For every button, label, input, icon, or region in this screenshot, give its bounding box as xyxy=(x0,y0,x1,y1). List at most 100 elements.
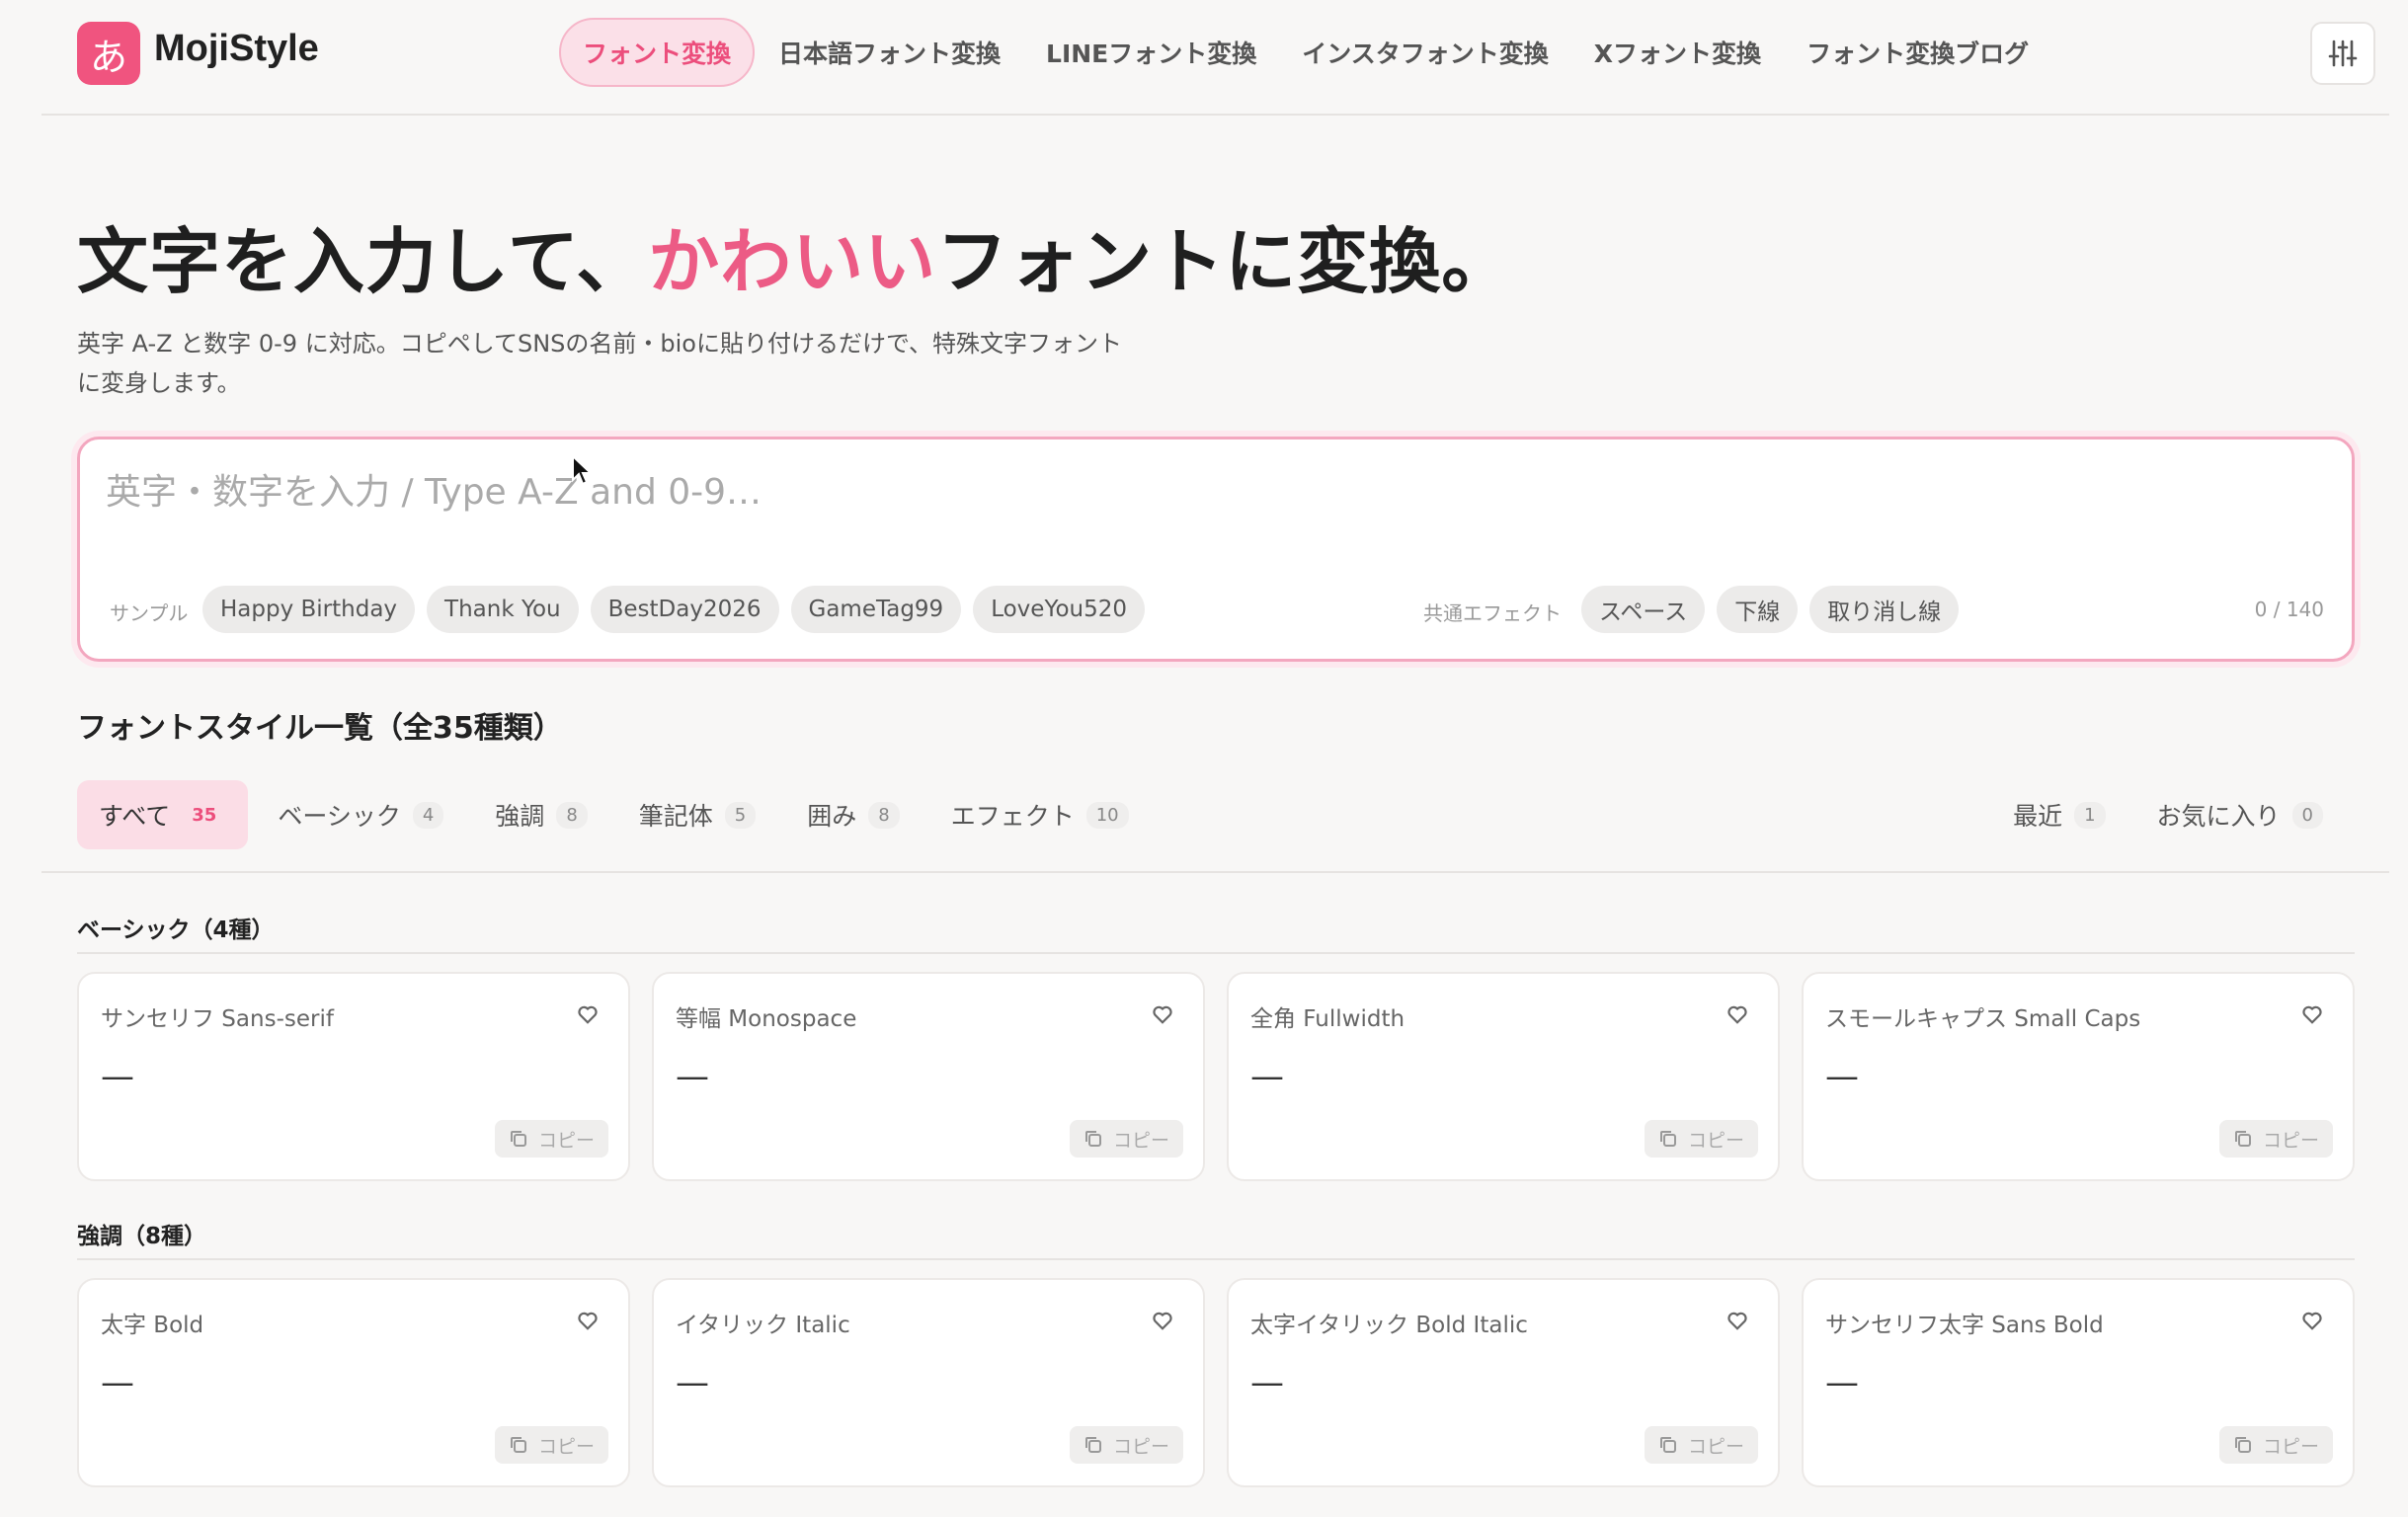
tab-label: 最近 xyxy=(2013,802,2063,831)
font-card-name: イタリック Italic xyxy=(676,1313,850,1338)
heart-icon[interactable] xyxy=(1152,1310,1173,1331)
text-input[interactable] xyxy=(106,463,2318,542)
sample-chip[interactable]: Happy Birthday xyxy=(202,586,416,633)
tab-count: 8 xyxy=(868,801,900,829)
nav-blog[interactable]: フォント変換ブログ xyxy=(1785,18,2050,87)
tab-script[interactable]: 筆記体 5 xyxy=(617,780,777,849)
sample-chip[interactable]: GameTag99 xyxy=(790,586,962,633)
tab-label: 筆記体 xyxy=(638,802,713,831)
copy-icon xyxy=(1659,1437,1676,1453)
font-card[interactable]: 太字イタリック Bold Italic — コピー xyxy=(1227,1278,1780,1487)
tab-effect[interactable]: エフェクト 10 xyxy=(929,780,1151,849)
tab-label: すべて xyxy=(99,802,171,831)
tab-count: 5 xyxy=(724,801,757,829)
effect-underline-button[interactable]: 下線 xyxy=(1717,586,1799,633)
tab-favorites[interactable]: お気に入り 0 xyxy=(2135,780,2345,849)
hero-title-post: フォントに変換。 xyxy=(936,220,1514,303)
tab-label: 囲み xyxy=(807,802,857,831)
logo-text[interactable]: MojiStyle xyxy=(154,28,319,70)
copy-icon xyxy=(510,1131,526,1147)
sample-chip[interactable]: BestDay2026 xyxy=(590,586,779,633)
heart-icon[interactable] xyxy=(1726,1003,1748,1025)
nav-japanese-font[interactable]: 日本語フォント変換 xyxy=(757,18,1022,87)
copy-button[interactable]: コピー xyxy=(494,1426,608,1464)
text-input-panel: サンプル Happy Birthday Thank You BestDay202… xyxy=(77,437,2355,662)
secondary-tabs: 最近 1 お気に入り 0 xyxy=(1991,780,2353,849)
font-card-preview: — xyxy=(676,1363,709,1402)
category-title: ベーシック（4種） xyxy=(77,918,275,943)
category-title: 強調（8種） xyxy=(77,1224,207,1249)
heart-icon[interactable] xyxy=(2301,1310,2323,1331)
heart-icon[interactable] xyxy=(577,1003,599,1025)
hero-title-pre: 文字を入力して、 xyxy=(77,220,649,303)
tab-basic[interactable]: ベーシック 4 xyxy=(256,780,465,849)
copy-button[interactable]: コピー xyxy=(1644,1426,1758,1464)
tab-label: エフェクト xyxy=(950,802,1075,831)
copy-label: コピー xyxy=(1112,1129,1169,1152)
tab-label: お気に入り xyxy=(2156,802,2281,831)
settings-button[interactable] xyxy=(2310,22,2375,85)
font-card[interactable]: 全角 Fullwidth — コピー xyxy=(1227,972,1780,1181)
category-tabs: すべて 35 ベーシック 4 強調 8 筆記体 5 囲み 8 エフェクト 10 xyxy=(77,780,1159,849)
tab-label: ベーシック xyxy=(278,802,401,831)
tab-count: 10 xyxy=(1085,801,1129,829)
copy-button[interactable]: コピー xyxy=(494,1120,608,1158)
heart-icon[interactable] xyxy=(577,1310,599,1331)
copy-label: コピー xyxy=(537,1435,595,1458)
tab-recent[interactable]: 最近 1 xyxy=(1991,780,2127,849)
font-card-name: 全角 Fullwidth xyxy=(1250,1006,1405,1032)
effect-strikethrough-button[interactable]: 取り消し線 xyxy=(1809,586,1960,633)
font-card-preview: — xyxy=(101,1363,134,1402)
copy-button[interactable]: コピー xyxy=(1069,1426,1183,1464)
divider xyxy=(41,871,2389,873)
nav-font-convert[interactable]: フォント変換 xyxy=(559,18,756,87)
heart-icon[interactable] xyxy=(2301,1003,2323,1025)
char-counter: 0 / 140 xyxy=(2254,598,2324,621)
font-card[interactable]: スモールキャプス Small Caps — コピー xyxy=(1802,972,2355,1181)
heart-icon[interactable] xyxy=(1726,1310,1748,1331)
nav-insta-font[interactable]: インスタフォント変換 xyxy=(1280,18,1570,87)
sample-chips: Happy Birthday Thank You BestDay2026 Gam… xyxy=(202,586,1157,633)
effect-space-button[interactable]: スペース xyxy=(1581,586,1706,633)
copy-label: コピー xyxy=(2262,1129,2319,1152)
nav-x-font[interactable]: Xフォント変換 xyxy=(1572,18,1783,87)
copy-button[interactable]: コピー xyxy=(1069,1120,1183,1158)
hero-title: 文字を入力して、かわいいフォントに変換。 xyxy=(77,203,1513,307)
copy-icon xyxy=(2234,1131,2251,1147)
copy-label: コピー xyxy=(1687,1129,1744,1152)
copy-button[interactable]: コピー xyxy=(1644,1120,1758,1158)
copy-label: コピー xyxy=(1687,1435,1744,1458)
logo-mark[interactable]: あ xyxy=(77,22,140,85)
tab-label: 強調 xyxy=(495,802,545,831)
nav-line-font[interactable]: LINEフォント変換 xyxy=(1024,18,1278,87)
tab-count: 4 xyxy=(412,801,444,829)
font-card[interactable]: 太字 Bold — コピー xyxy=(77,1278,630,1487)
font-card-name: 等幅 Monospace xyxy=(676,1006,857,1032)
hero-title-accent: かわいい xyxy=(648,220,937,303)
main-nav: フォント変換 日本語フォント変換 LINEフォント変換 インスタフォント変換 X… xyxy=(559,18,2052,87)
copy-button[interactable]: コピー xyxy=(2218,1426,2333,1464)
font-card[interactable]: サンセリフ Sans-serif — コピー xyxy=(77,972,630,1181)
font-card-name: サンセリフ Sans-serif xyxy=(101,1006,334,1032)
copy-label: コピー xyxy=(2262,1435,2319,1458)
font-card[interactable]: イタリック Italic — コピー xyxy=(652,1278,1205,1487)
font-card[interactable]: 等幅 Monospace — コピー xyxy=(652,972,1205,1181)
sample-chip[interactable]: LoveYou520 xyxy=(973,586,1145,633)
font-list-title: フォントスタイル一覧（全35種類） xyxy=(77,711,563,746)
sample-chip[interactable]: Thank You xyxy=(427,586,579,633)
font-card[interactable]: サンセリフ太字 Sans Bold — コピー xyxy=(1802,1278,2355,1487)
font-card-preview: — xyxy=(676,1057,709,1096)
tab-emphasis[interactable]: 強調 8 xyxy=(473,780,608,849)
divider xyxy=(77,952,2355,954)
tab-enclosed[interactable]: 囲み 8 xyxy=(785,780,921,849)
font-card-name: 太字イタリック Bold Italic xyxy=(1250,1313,1528,1338)
font-card-name: 太字 Bold xyxy=(101,1313,204,1338)
font-card-preview: — xyxy=(1825,1363,1859,1402)
copy-button[interactable]: コピー xyxy=(2218,1120,2333,1158)
font-card-name: スモールキャプス Small Caps xyxy=(1825,1006,2141,1032)
heart-icon[interactable] xyxy=(1152,1003,1173,1025)
tab-count: 35 xyxy=(192,804,217,826)
tab-count: 1 xyxy=(2074,801,2106,829)
tab-all[interactable]: すべて 35 xyxy=(77,780,249,849)
copy-icon xyxy=(510,1437,526,1453)
